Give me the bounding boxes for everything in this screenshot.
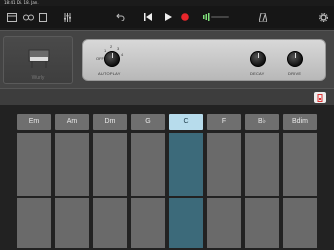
chord-pad-upper[interactable] xyxy=(131,133,165,196)
autoplay-off-label: OFF xyxy=(96,56,104,61)
chord-pad-lower[interactable] xyxy=(93,198,127,248)
chord-pad-upper[interactable] xyxy=(55,133,89,196)
electric-piano-icon xyxy=(28,49,50,68)
instrument-selector[interactable]: Wurly xyxy=(3,36,73,84)
chord-button-bb[interactable]: B♭ xyxy=(245,114,279,130)
chord-pad-upper[interactable] xyxy=(93,133,127,196)
status-date: Di. 18. Jan. xyxy=(16,0,39,5)
chord-button-g[interactable]: G xyxy=(131,114,165,130)
mixer-icon[interactable] xyxy=(62,10,72,24)
chord-strips: Em Am Dm G C F B♭ Bdim xyxy=(0,106,334,250)
chord-settings-icon xyxy=(317,93,323,102)
chord-pad-lower[interactable] xyxy=(131,198,165,248)
chord-button-c[interactable]: C xyxy=(169,114,203,130)
instrument-panel: Wurly OFF 1 2 3 4 AUTOPLAY DECAY DRIVE xyxy=(0,30,334,88)
autoplay-label: AUTOPLAY xyxy=(98,71,121,76)
amp-controls: OFF 1 2 3 4 AUTOPLAY DECAY DRIVE xyxy=(82,39,326,81)
rewind-icon[interactable] xyxy=(143,10,153,24)
chord-pad-upper[interactable] xyxy=(17,133,51,196)
chord-pad-lower[interactable] xyxy=(17,198,51,248)
chord-pad-lower[interactable] xyxy=(169,198,203,248)
master-volume-icon[interactable] xyxy=(203,10,229,24)
chord-pad-upper[interactable] xyxy=(245,133,279,196)
record-icon[interactable] xyxy=(180,10,190,24)
autoplay-tick-3: 3 xyxy=(117,46,120,51)
chord-pad-lower[interactable] xyxy=(245,198,279,248)
drive-knob[interactable] xyxy=(287,51,303,67)
status-time: 18:41 xyxy=(4,0,16,5)
chord-pad-upper[interactable] xyxy=(169,133,203,196)
chord-pad-lower[interactable] xyxy=(207,198,241,248)
drive-label: DRIVE xyxy=(288,71,302,76)
autoplay-knob[interactable] xyxy=(104,51,120,67)
metronome-icon[interactable] xyxy=(258,10,268,24)
autoplay-tick-2: 2 xyxy=(110,44,113,49)
tracks-view-icon[interactable] xyxy=(38,10,48,24)
chord-button-dm[interactable]: Dm xyxy=(93,114,127,130)
toolbar xyxy=(0,6,334,28)
instrument-name: Wurly xyxy=(31,75,45,81)
settings-icon[interactable] xyxy=(318,10,328,24)
chord-pad-lower[interactable] xyxy=(283,198,317,248)
chord-pad-upper[interactable] xyxy=(283,133,317,196)
chord-pad-lower[interactable] xyxy=(55,198,89,248)
chord-button-bdim[interactable]: Bdim xyxy=(283,114,317,130)
autoplay-tick-4: 4 xyxy=(121,52,124,57)
chord-button-em[interactable]: Em xyxy=(17,114,51,130)
chord-pad-upper[interactable] xyxy=(207,133,241,196)
undo-icon[interactable] xyxy=(115,10,125,24)
control-strip xyxy=(0,88,334,106)
decay-label: DECAY xyxy=(250,71,265,76)
chord-button-am[interactable]: Am xyxy=(55,114,89,130)
chord-settings-button[interactable] xyxy=(314,92,326,103)
browser-icon[interactable] xyxy=(22,10,34,24)
chord-button-f[interactable]: F xyxy=(207,114,241,130)
my-songs-icon[interactable] xyxy=(6,10,18,24)
play-icon[interactable] xyxy=(163,10,173,24)
decay-knob[interactable] xyxy=(250,51,266,67)
